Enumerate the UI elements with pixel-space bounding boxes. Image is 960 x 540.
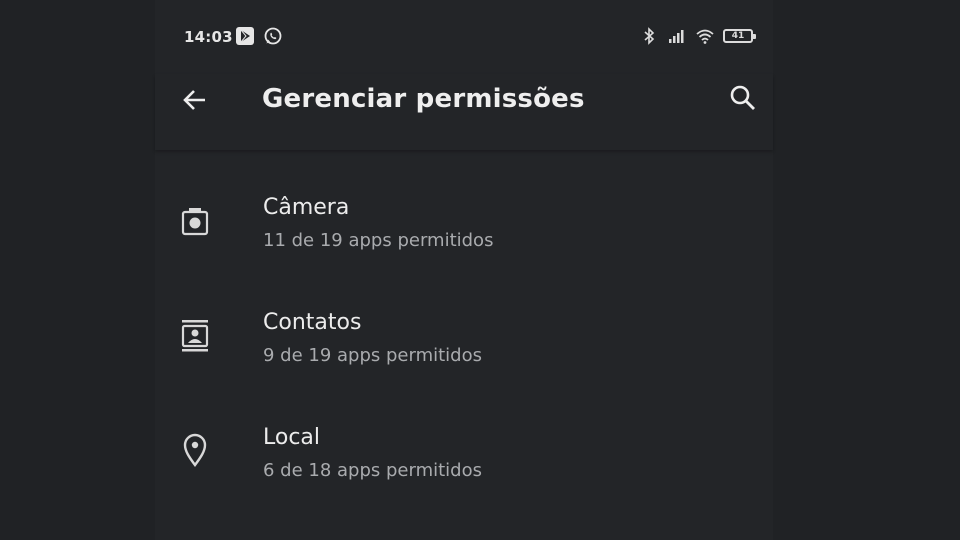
permission-subtitle: 11 de 19 apps permitidos [263,230,494,251]
permission-item-location[interactable]: Local 6 de 18 apps permitidos [155,380,773,495]
system-icons: 41 [639,26,756,46]
permissions-list: Câmera 11 de 19 apps permitidos Contatos… [155,150,773,495]
permission-subtitle: 6 de 18 apps permitidos [263,460,482,481]
phone-screen: 14:03 41 Gerenciar permissões Câmera 11 … [155,0,773,540]
page-title: Gerenciar permissões [262,84,585,114]
permission-title: Local [263,425,321,450]
permission-subtitle: 9 de 19 apps permitidos [263,345,482,366]
whatsapp-icon [264,27,282,45]
signal-icon [669,30,684,43]
camera-icon [181,208,209,236]
search-icon[interactable] [727,82,759,114]
wifi-icon [696,29,714,44]
battery-icon: 41 [723,29,756,43]
permission-item-camera[interactable]: Câmera 11 de 19 apps permitidos [155,150,773,265]
location-icon [183,433,207,468]
app-bar: Gerenciar permissões [155,74,773,150]
bluetooth-icon [644,27,655,45]
status-time: 14:03 [184,28,233,46]
play-store-icon [236,27,254,45]
battery-level: 41 [731,31,745,41]
screen-frame: 14:03 41 Gerenciar permissões Câmera 11 … [0,0,960,540]
arrow-left-icon[interactable] [179,84,211,116]
permission-title: Contatos [263,310,362,335]
notification-icons [235,26,283,46]
permission-item-contacts[interactable]: Contatos 9 de 19 apps permitidos [155,265,773,380]
status-bar: 14:03 41 [155,0,773,74]
contacts-icon [181,320,209,352]
permission-title: Câmera [263,195,350,220]
